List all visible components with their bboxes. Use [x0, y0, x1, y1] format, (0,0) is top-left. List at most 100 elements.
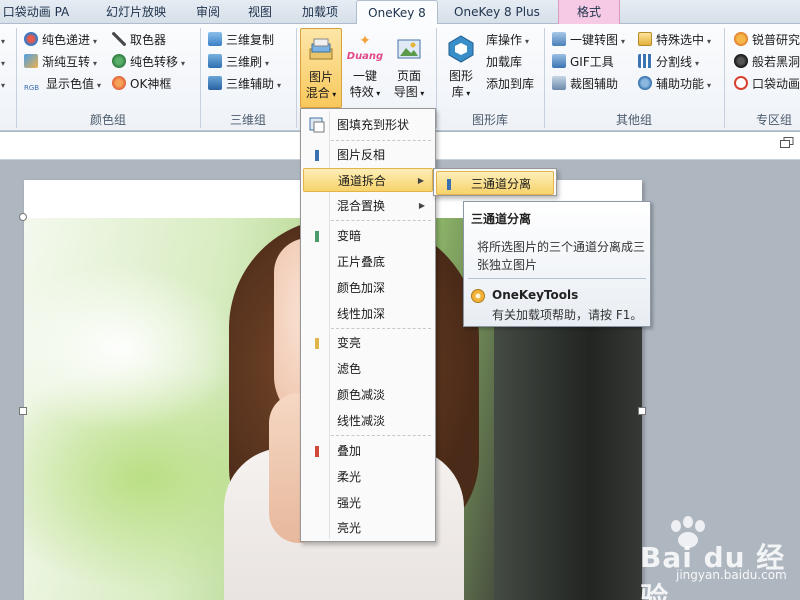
- label: 三维辅助: [226, 77, 275, 91]
- ruipu-icon: [734, 32, 748, 46]
- resize-handle-right[interactable]: [638, 407, 646, 415]
- label: 滤色: [337, 362, 362, 376]
- tab-view[interactable]: 视图: [240, 0, 280, 24]
- ribbon-special-select[interactable]: 特殊选中 ▾: [638, 30, 711, 50]
- menu-item-linear-dodge[interactable]: 线性减淡: [303, 409, 433, 433]
- tab-onekey8-plus[interactable]: OneKey 8 Plus: [446, 0, 548, 24]
- ribbon-eyedropper[interactable]: 取色器: [112, 30, 166, 50]
- resize-handle-left[interactable]: [19, 407, 27, 415]
- restore-window-icon[interactable]: [780, 137, 794, 149]
- ribbon-show-color-value[interactable]: RGB 显示色值 ▾: [24, 74, 101, 94]
- ribbon-3d-assist[interactable]: 三维辅助 ▾: [208, 74, 281, 94]
- menu-item-darken[interactable]: 变暗: [303, 224, 433, 248]
- sparkle-icon: ✦: [359, 33, 371, 49]
- label: 渐纯互转: [42, 55, 91, 69]
- ribbon-prajna-blackhole[interactable]: 般若黑洞: [734, 52, 800, 72]
- menu-separator: [331, 328, 431, 329]
- oneclick-effect-button[interactable]: ✦ Duang 一键 特效 ▾: [344, 28, 386, 108]
- label: 特效: [349, 85, 374, 99]
- ribbon-ok-frame[interactable]: OK神框: [112, 74, 171, 94]
- menu-item-invert[interactable]: 图片反相: [303, 143, 433, 167]
- menu-item-multiply[interactable]: 正片叠底: [303, 250, 433, 274]
- label: 强光: [337, 496, 362, 510]
- tooltip-title: 三通道分离: [471, 212, 532, 226]
- menu-item-vivid-light[interactable]: 亮光: [303, 516, 433, 540]
- yellow-bar-icon: [315, 338, 319, 349]
- menu-item-channel-split[interactable]: 通道拆合 ▶: [303, 168, 433, 192]
- ribbon-pocket-animation[interactable]: 口袋动画: [734, 74, 800, 94]
- channel-split-submenu: 三通道分离: [433, 168, 557, 196]
- graphics-library-button[interactable]: 图形 库 ▾: [440, 28, 482, 108]
- fill-shape-icon: [309, 117, 325, 133]
- label: 导图: [393, 85, 418, 99]
- blackhole-icon: [734, 54, 748, 68]
- tab-addins[interactable]: 加载项: [294, 0, 346, 24]
- tab-onekey8[interactable]: OneKey 8: [356, 0, 438, 25]
- left-arrow-2: ▾: [1, 59, 6, 68]
- menu-item-color-burn[interactable]: 颜色加深: [303, 276, 433, 300]
- green-bar-icon: [315, 231, 319, 242]
- resize-handle-top-left[interactable]: [19, 213, 27, 221]
- ribbon-add-to-library[interactable]: 添加到库: [486, 74, 534, 94]
- label: 般若黑洞: [752, 55, 800, 69]
- label: 加载库: [486, 55, 523, 69]
- ribbon-3d-copy[interactable]: 三维复制: [208, 30, 274, 50]
- label: 图填充到形状: [337, 118, 410, 132]
- label: 三维刷: [226, 55, 263, 69]
- menu-item-fill-to-shape[interactable]: 图填充到形状: [303, 113, 433, 137]
- onekeytools-gear-icon: [471, 289, 485, 303]
- picture-mix-menu: 图填充到形状 图片反相 通道拆合 ▶ 混合置换 ▶ 变暗 正片叠底 颜色加深 线…: [300, 108, 436, 542]
- ribbon-crop-assist[interactable]: 裁图辅助: [552, 74, 618, 94]
- tab-slideshow[interactable]: 幻灯片放映: [96, 0, 176, 24]
- watermark-url: jingyan.baidu.com: [676, 568, 787, 582]
- menu-item-color-dodge[interactable]: 颜色减淡: [303, 383, 433, 407]
- ribbon-gif-tool[interactable]: GIF工具: [552, 52, 614, 72]
- tab-review[interactable]: 审阅: [188, 0, 228, 24]
- label: 显示色值: [46, 77, 95, 91]
- menu-separator: [331, 140, 431, 141]
- picture-mix-button[interactable]: 图片 混合 ▾: [300, 28, 342, 108]
- menu-item-soft-light[interactable]: 柔光: [303, 465, 433, 489]
- menu-item-screen[interactable]: 滤色: [303, 357, 433, 381]
- blue-bar-icon: [447, 179, 451, 190]
- group-label-color: 颜色组: [89, 113, 126, 127]
- ribbon-gradient-swap[interactable]: 渐纯互转 ▾: [24, 52, 97, 72]
- blue-bar-icon: [315, 150, 319, 161]
- ribbon-library-ops[interactable]: 库操作 ▾: [486, 30, 529, 50]
- color-drops-icon: [24, 32, 38, 46]
- pocket-animation-icon: [734, 76, 748, 90]
- label: 通道拆合: [338, 174, 387, 188]
- label: 混合置换: [337, 199, 386, 213]
- menu-separator: [331, 220, 431, 221]
- menu-item-hard-light[interactable]: 强光: [303, 491, 433, 515]
- menu-item-overlay[interactable]: 叠加: [303, 439, 433, 463]
- label: 颜色加深: [337, 281, 386, 295]
- dropdown-arrow-icon: ▾: [417, 89, 425, 98]
- label: 混合: [305, 86, 330, 100]
- label: 分割线: [656, 55, 693, 69]
- tab-pocket-animation[interactable]: 口袋动画 PA: [0, 0, 78, 24]
- ribbon-ruipu-research[interactable]: 锐普研究: [734, 30, 800, 50]
- label: 图片反相: [337, 148, 386, 162]
- menu-item-blend-replace[interactable]: 混合置换 ▶: [303, 194, 433, 218]
- ribbon-color-transfer[interactable]: 纯色转移 ▾: [112, 52, 185, 72]
- ribbon-3d-brush[interactable]: 三维刷 ▾: [208, 52, 269, 72]
- ribbon-solid-gradient[interactable]: 纯色递进 ▾: [24, 30, 97, 50]
- menu-item-linear-burn[interactable]: 线性加深: [303, 302, 433, 326]
- tooltip-divider: [468, 278, 646, 279]
- submenu-item-three-channel-split[interactable]: 三通道分离: [436, 171, 554, 195]
- label: 纯色转移: [130, 55, 179, 69]
- label: 图形: [448, 69, 473, 83]
- ribbon-load-library[interactable]: 加载库: [486, 52, 522, 72]
- ribbon-assist-functions[interactable]: 辅助功能 ▾: [638, 74, 711, 94]
- label: 添加到库: [486, 77, 535, 91]
- page-to-image-button[interactable]: 页面 导图 ▾: [388, 28, 430, 108]
- label: 库操作: [486, 33, 523, 47]
- group-label-3d: 三维组: [229, 113, 266, 127]
- eyedropper-icon: [112, 32, 126, 46]
- menu-item-lighten[interactable]: 变亮: [303, 331, 433, 355]
- tab-format[interactable]: 格式: [558, 0, 620, 24]
- ribbon-divider-line[interactable]: 分割线 ▾: [638, 52, 699, 72]
- page-image-icon: [397, 39, 421, 59]
- ribbon-oneclick-to-image[interactable]: 一键转图 ▾: [552, 30, 625, 50]
